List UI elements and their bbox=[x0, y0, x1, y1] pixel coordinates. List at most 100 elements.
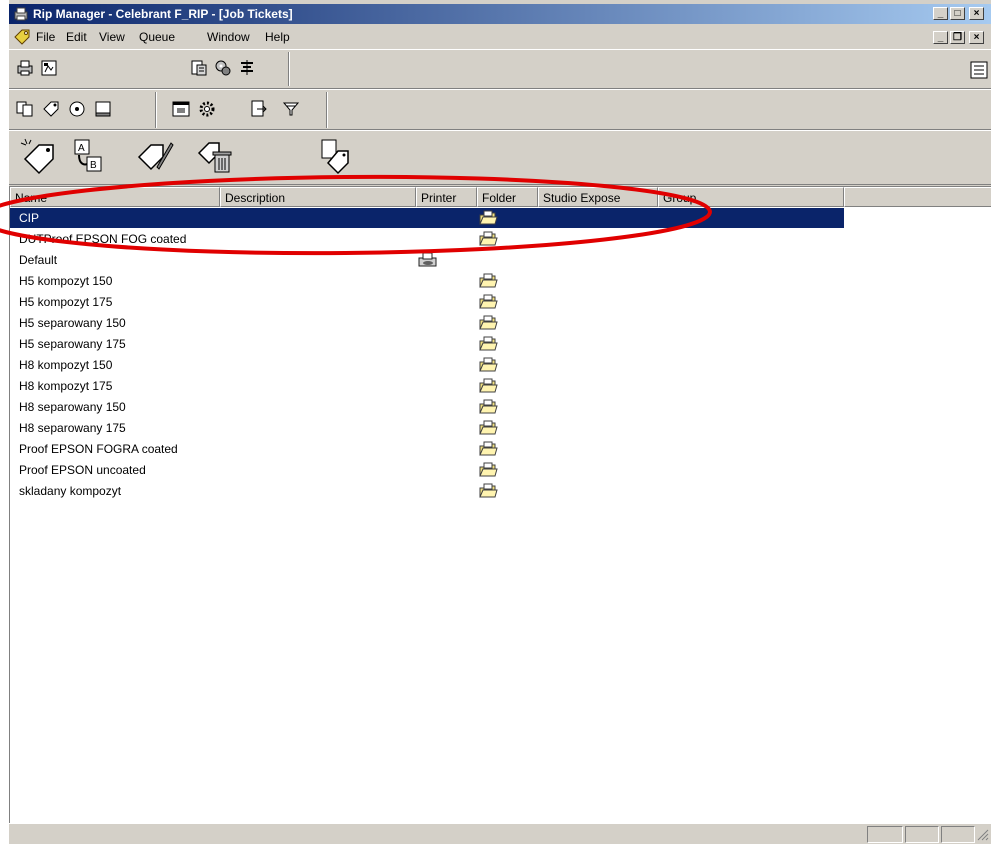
title-bar[interactable]: Rip Manager - Celebrant F_RIP - [Job Tic… bbox=[9, 4, 991, 24]
menu-help[interactable]: Help bbox=[265, 30, 290, 44]
window-title: Rip Manager - Celebrant F_RIP - [Job Tic… bbox=[33, 7, 293, 21]
menu-view[interactable]: View bbox=[99, 30, 125, 44]
folder-icon bbox=[479, 210, 498, 225]
document-icon[interactable] bbox=[39, 58, 59, 78]
row-name: Default bbox=[19, 253, 58, 267]
filter-icon[interactable] bbox=[281, 99, 301, 119]
app-icon bbox=[14, 7, 28, 21]
column-header-studio-expose[interactable]: Studio Expose bbox=[538, 187, 658, 207]
printer-icon[interactable] bbox=[15, 58, 35, 78]
monitor-icon[interactable] bbox=[93, 99, 113, 119]
table-row[interactable]: Proof EPSON FOGRA coated bbox=[10, 439, 991, 460]
screen-icon[interactable] bbox=[171, 99, 191, 119]
tag-icon[interactable] bbox=[41, 99, 61, 119]
row-name: H8 separowany 175 bbox=[19, 421, 126, 435]
folder-icon bbox=[479, 378, 498, 393]
folder-icon bbox=[479, 441, 498, 456]
close-button[interactable]: × bbox=[969, 7, 984, 20]
maximize-button[interactable]: □ bbox=[950, 7, 965, 20]
folder-icon bbox=[479, 273, 498, 288]
folder-icon bbox=[479, 231, 498, 246]
toolbar-group-3 bbox=[157, 92, 327, 128]
column-header-description[interactable]: Description bbox=[220, 187, 416, 207]
child-minimize-button[interactable]: _ bbox=[933, 31, 948, 44]
folder-icon bbox=[479, 357, 498, 372]
list-rows: CIP DUTProof EPSON FOG coated Default H5 ko… bbox=[10, 208, 991, 502]
table-row[interactable]: H8 separowany 175 bbox=[10, 418, 991, 439]
status-pane bbox=[905, 826, 939, 843]
table-row[interactable]: H5 kompozyt 175 bbox=[10, 292, 991, 313]
row-name: skladany kompozyt bbox=[19, 484, 122, 498]
new-ticket-icon[interactable] bbox=[19, 137, 59, 175]
column-header-name[interactable]: Name bbox=[10, 187, 220, 207]
delete-ticket-icon[interactable] bbox=[195, 137, 235, 175]
folder-icon bbox=[479, 336, 498, 351]
toolbar-group-2 bbox=[11, 92, 156, 128]
table-row[interactable]: Default bbox=[10, 250, 991, 271]
row-name: H5 kompozyt 175 bbox=[19, 295, 113, 309]
folder-icon bbox=[479, 462, 498, 477]
table-row[interactable]: H5 separowany 175 bbox=[10, 334, 991, 355]
toolbar-group-1 bbox=[11, 52, 289, 86]
settings-icon[interactable] bbox=[213, 58, 233, 78]
export-icon[interactable] bbox=[249, 99, 269, 119]
table-row[interactable]: DUTProof EPSON FOG coated bbox=[10, 229, 991, 250]
status-pane bbox=[867, 826, 903, 843]
edit-ticket-icon[interactable] bbox=[135, 137, 175, 175]
folder-icon bbox=[479, 315, 498, 330]
table-row[interactable]: CIP bbox=[10, 208, 991, 229]
copy-icon[interactable] bbox=[15, 99, 35, 119]
row-name: H8 separowany 150 bbox=[19, 400, 126, 414]
toolbar-secondary bbox=[9, 89, 991, 130]
options-icon[interactable] bbox=[969, 60, 989, 80]
row-name: Proof EPSON uncoated bbox=[19, 463, 146, 477]
folder-icon bbox=[479, 420, 498, 435]
row-name: H5 separowany 150 bbox=[19, 316, 126, 330]
properties-icon[interactable] bbox=[189, 58, 209, 78]
row-name: Proof EPSON FOGRA coated bbox=[19, 442, 178, 456]
table-row[interactable]: Proof EPSON uncoated bbox=[10, 460, 991, 481]
table-row[interactable]: skladany kompozyt bbox=[10, 481, 991, 502]
table-row[interactable]: H8 separowany 150 bbox=[10, 397, 991, 418]
column-header-group[interactable]: Group bbox=[658, 187, 844, 207]
svg-text:A: A bbox=[78, 143, 85, 154]
folder-icon bbox=[479, 399, 498, 414]
row-name: H5 kompozyt 150 bbox=[19, 274, 113, 288]
status-pane bbox=[941, 826, 975, 843]
disc-icon[interactable] bbox=[67, 99, 87, 119]
toolbar-tickets: A B bbox=[9, 130, 991, 185]
column-header-filler bbox=[844, 187, 991, 207]
menu-queue[interactable]: Queue bbox=[139, 30, 175, 44]
toolbar-main bbox=[9, 49, 991, 89]
column-header-folder[interactable]: Folder bbox=[477, 187, 538, 207]
list-icon[interactable] bbox=[237, 58, 257, 78]
rename-ticket-icon[interactable]: A B bbox=[69, 137, 109, 175]
job-tickets-list[interactable]: Name Description Printer Folder Studio E… bbox=[9, 186, 991, 823]
resize-grip-icon[interactable] bbox=[975, 827, 989, 841]
menu-bar: File Edit View Queue Window Help _ ❐ × bbox=[9, 26, 991, 48]
svg-text:B: B bbox=[90, 160, 97, 171]
row-name: CIP bbox=[19, 211, 40, 225]
printer-icon bbox=[418, 252, 437, 267]
table-row[interactable]: H5 kompozyt 150 bbox=[10, 271, 991, 292]
desktop-edge bbox=[0, 0, 9, 843]
child-close-button[interactable]: × bbox=[969, 31, 984, 44]
folder-icon bbox=[479, 294, 498, 309]
child-restore-button[interactable]: ❐ bbox=[950, 31, 965, 44]
column-header-printer[interactable]: Printer bbox=[416, 187, 477, 207]
app-window: Rip Manager - Celebrant F_RIP - [Job Tic… bbox=[9, 0, 991, 844]
table-row[interactable]: H8 kompozyt 150 bbox=[10, 355, 991, 376]
row-name: H8 kompozyt 175 bbox=[19, 379, 113, 393]
row-name: DUTProof EPSON FOG coated bbox=[19, 232, 187, 246]
menu-edit[interactable]: Edit bbox=[66, 30, 87, 44]
row-name: H5 separowany 175 bbox=[19, 337, 126, 351]
selection-highlight bbox=[10, 208, 844, 228]
table-row[interactable]: H5 separowany 150 bbox=[10, 313, 991, 334]
tag-icon bbox=[14, 29, 30, 45]
menu-window[interactable]: Window bbox=[207, 30, 250, 44]
copy-ticket-icon[interactable] bbox=[314, 137, 354, 175]
minimize-button[interactable]: _ bbox=[933, 7, 948, 20]
table-row[interactable]: H8 kompozyt 175 bbox=[10, 376, 991, 397]
menu-file[interactable]: File bbox=[36, 30, 55, 44]
gear-icon[interactable] bbox=[197, 99, 217, 119]
